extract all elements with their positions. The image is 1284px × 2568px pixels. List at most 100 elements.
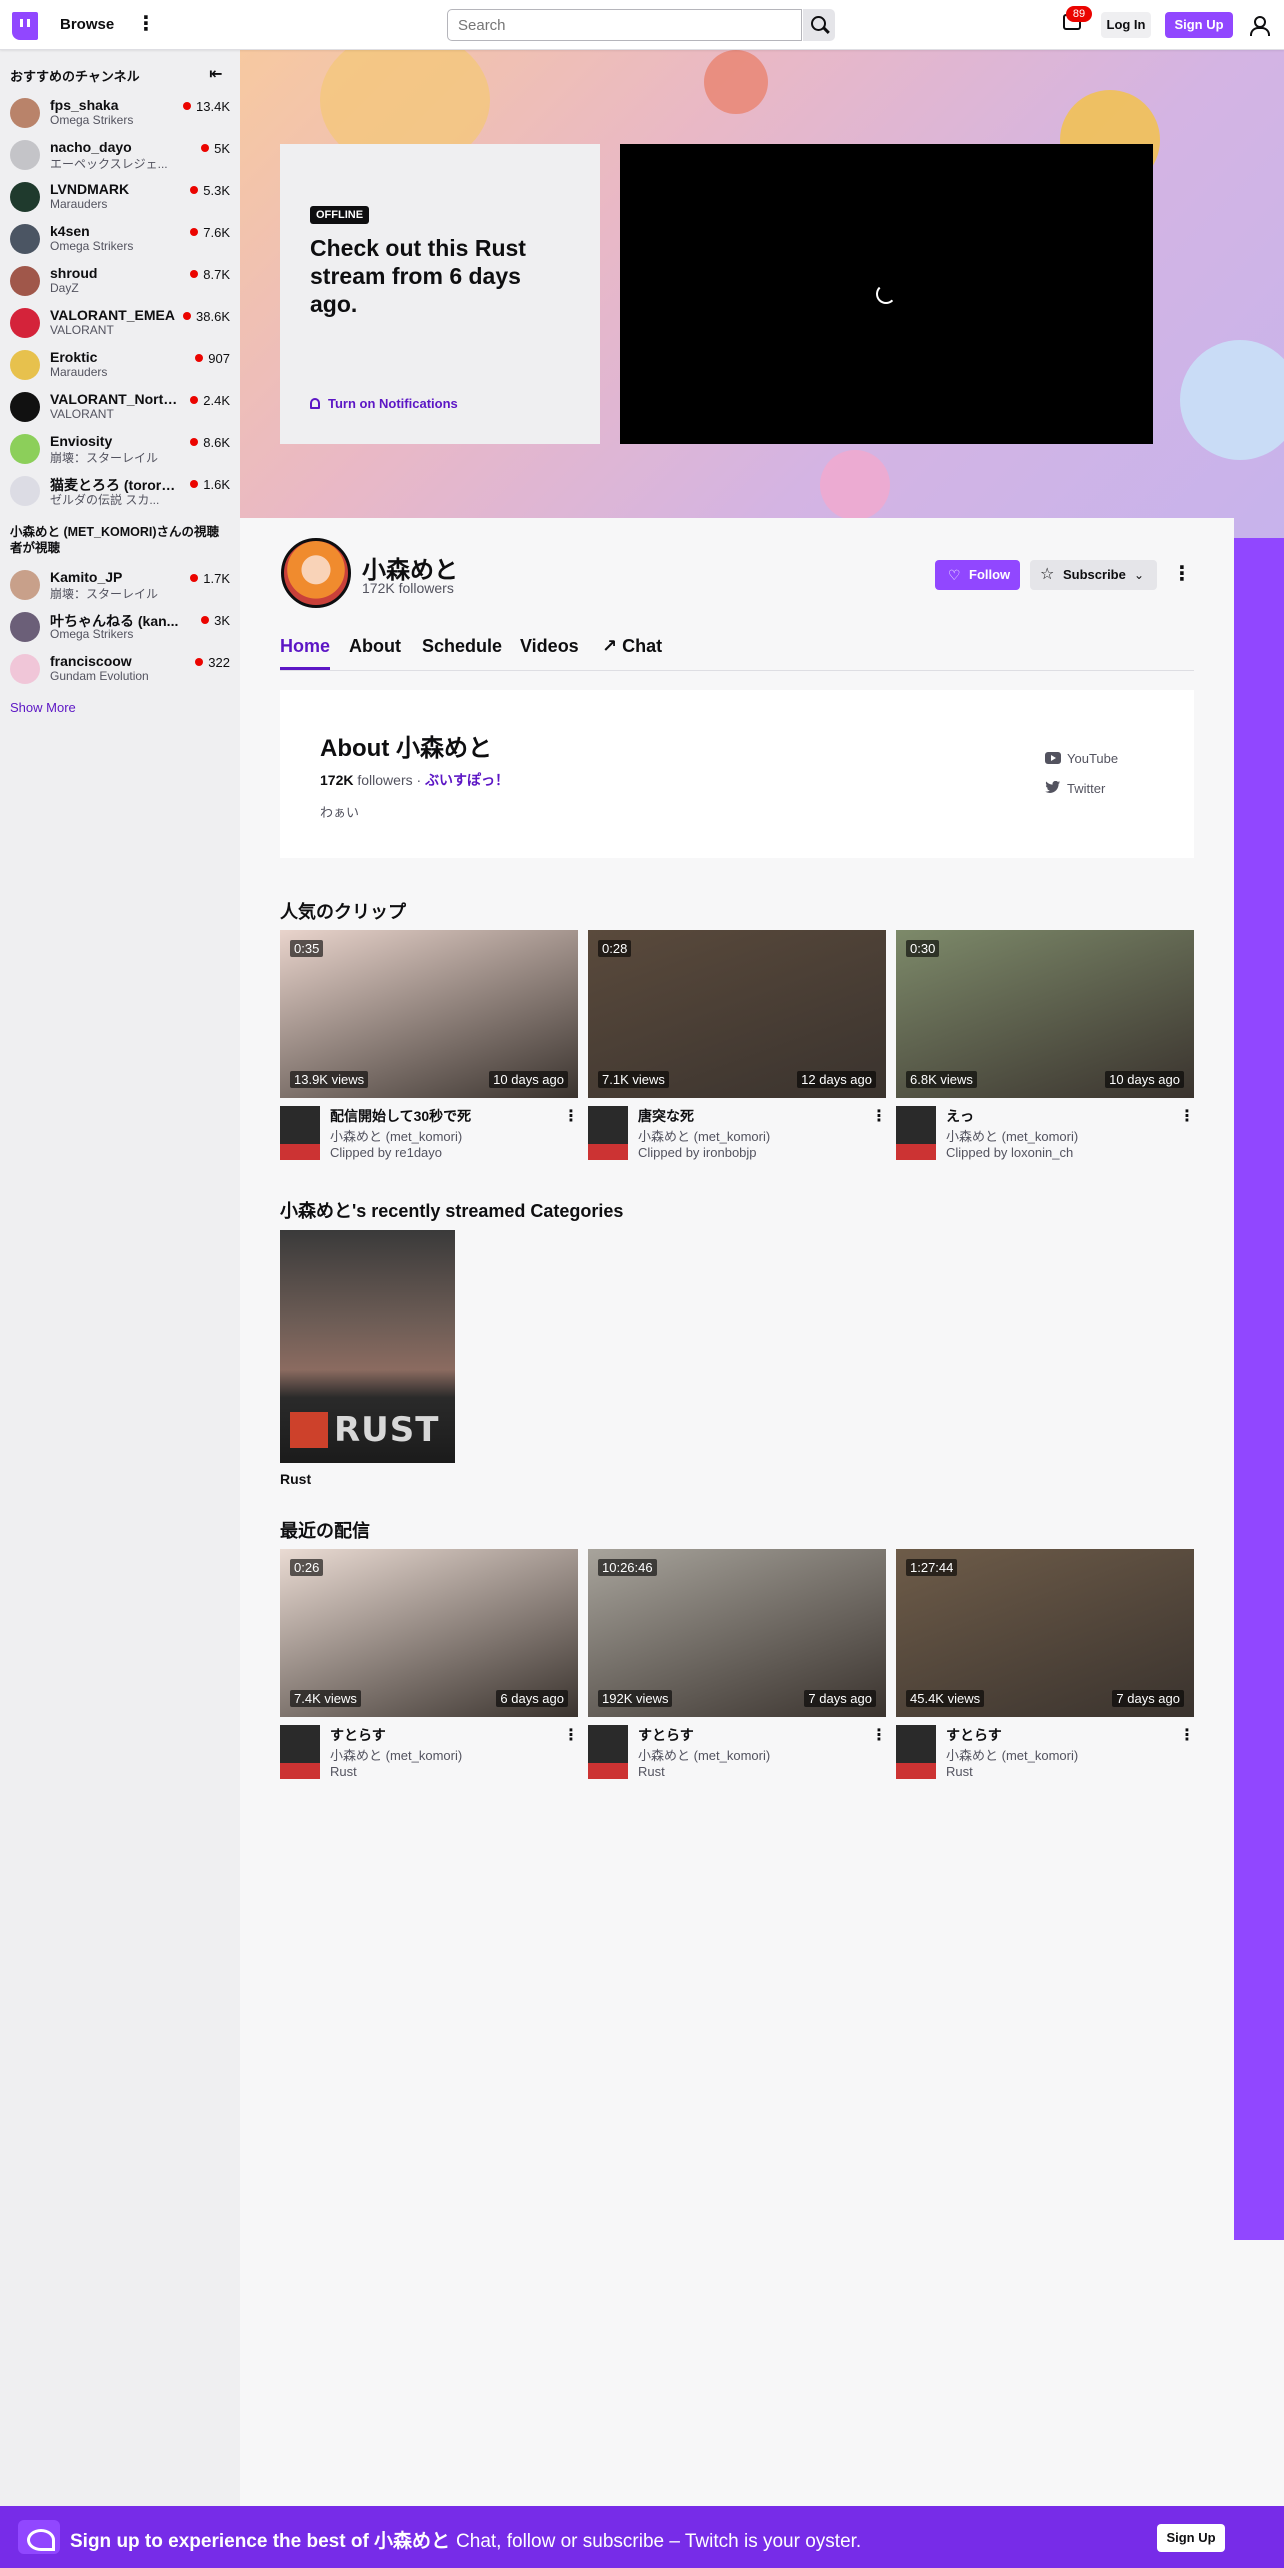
sidebar-channel[interactable]: Kamito_JP 崩壊：スターレイル 1.7K — [0, 565, 240, 607]
channel-game: Gundam Evolution — [50, 669, 149, 683]
promo-signup-button[interactable]: Sign Up — [1157, 2524, 1225, 2552]
sidebar-channel[interactable]: LVNDMARK Marauders 5.3K — [0, 177, 240, 219]
game-boxart[interactable] — [280, 1106, 320, 1160]
signup-button[interactable]: Sign Up — [1165, 12, 1233, 38]
video-extra[interactable]: Rust — [638, 1764, 665, 1779]
video-channel[interactable]: 小森めと (met_komori) — [330, 1126, 462, 1145]
tab-chat[interactable]: ↗ Chat — [602, 636, 662, 657]
collapse-sidebar-icon[interactable]: ⇤ — [206, 64, 226, 83]
rust-logo: RUST — [290, 1412, 445, 1448]
video-views: 7.4K views — [290, 1690, 361, 1707]
category-card-rust[interactable]: RUST — [280, 1230, 455, 1463]
search-icon[interactable] — [803, 9, 835, 41]
game-boxart[interactable] — [588, 1106, 628, 1160]
channel-avatar[interactable] — [281, 538, 351, 608]
sidebar-channel[interactable]: 叶ちゃんねる (kan... Omega Strikers 3K — [0, 607, 240, 649]
video-more-icon[interactable]: ⋮ — [871, 1106, 887, 1126]
video-title[interactable]: すとらす — [946, 1725, 1002, 1745]
promo-bold: Sign up to experience the best of 小森めと — [70, 2531, 451, 2552]
sidebar-channel[interactable]: franciscoow Gundam Evolution 322 — [0, 649, 240, 691]
video-player[interactable] — [620, 144, 1153, 444]
game-boxart[interactable] — [896, 1725, 936, 1779]
video-extra[interactable]: Clipped by re1dayo — [330, 1145, 442, 1160]
video-thumbnail[interactable]: 10:26:46 192K views 7 days ago — [588, 1549, 886, 1717]
sidebar-channel[interactable]: k4sen Omega Strikers 7.6K — [0, 219, 240, 261]
video-extra[interactable]: Rust — [946, 1764, 973, 1779]
loading-spinner-icon — [876, 284, 896, 304]
video-thumbnail[interactable]: 1:27:44 45.4K views 7 days ago — [896, 1549, 1194, 1717]
live-viewer-count: 907 — [195, 351, 230, 366]
video-extra[interactable]: Clipped by ironbobjp — [638, 1145, 757, 1160]
video-title[interactable]: すとらす — [638, 1725, 694, 1745]
browse-link[interactable]: Browse — [60, 16, 114, 33]
video-more-icon[interactable]: ⋮ — [563, 1106, 579, 1126]
viewers-also-watch-header: 小森めと (MET_KOMORI)さんの視聴者が視聴 — [10, 525, 220, 555]
heart-icon: ♡ — [948, 567, 961, 583]
signup-promo-banner: Sign up to experience the best of 小森めと Ch… — [0, 2506, 1284, 2568]
video-age: 7 days ago — [804, 1690, 876, 1707]
video-more-icon[interactable]: ⋮ — [1179, 1106, 1195, 1126]
video-channel[interactable]: 小森めと (met_komori) — [330, 1745, 462, 1764]
about-followers-count: 172K — [320, 772, 354, 788]
sidebar-channel[interactable]: nacho_dayo エーペックスレジェ... 5K — [0, 135, 240, 177]
login-button[interactable]: Log In — [1101, 12, 1151, 38]
youtube-link[interactable]: YouTube — [1045, 751, 1118, 766]
video-extra[interactable]: Clipped by loxonin_ch — [946, 1145, 1073, 1160]
user-menu-icon[interactable] — [1249, 16, 1270, 36]
tab-videos[interactable]: Videos — [520, 636, 579, 657]
video-thumbnail[interactable]: 0:30 6.8K views 10 days ago — [896, 930, 1194, 1098]
search-input[interactable] — [447, 9, 802, 41]
tab-home[interactable]: Home — [280, 636, 330, 657]
category-name[interactable]: Rust — [280, 1471, 311, 1487]
video-thumbnail[interactable]: 0:35 13.9K views 10 days ago — [280, 930, 578, 1098]
top-nav: Browse ⋮ 89 Log In Sign Up — [0, 0, 1284, 50]
show-more-link[interactable]: Show More — [10, 700, 76, 715]
video-title[interactable]: 唐突な死 — [638, 1106, 694, 1126]
video-channel[interactable]: 小森めと (met_komori) — [638, 1745, 770, 1764]
game-boxart[interactable] — [280, 1725, 320, 1779]
turn-on-notifications-link[interactable]: Turn on Notifications — [310, 396, 458, 411]
video-duration: 1:27:44 — [906, 1559, 958, 1576]
channel-name: nacho_dayo — [50, 139, 132, 155]
twitch-logo-icon[interactable] — [12, 12, 38, 40]
channel-more-icon[interactable]: ⋮ — [1172, 562, 1192, 588]
video-thumbnail[interactable]: 0:26 7.4K views 6 days ago — [280, 1549, 578, 1717]
chevron-down-icon[interactable]: ⌄ — [1134, 567, 1144, 583]
sidebar-channel[interactable]: fps_shaka Omega Strikers 13.4K — [0, 93, 240, 135]
game-boxart[interactable] — [588, 1725, 628, 1779]
video-extra[interactable]: Rust — [330, 1764, 357, 1779]
sidebar-channel[interactable]: shroud DayZ 8.7K — [0, 261, 240, 303]
banner-planet — [820, 450, 890, 520]
video-thumbnail[interactable]: 0:28 7.1K views 12 days ago — [588, 930, 886, 1098]
sidebar-channel[interactable]: Enviosity 崩壊：スターレイル 8.6K — [0, 429, 240, 471]
notifications-label: Turn on Notifications — [328, 396, 458, 411]
twitter-link[interactable]: Twitter — [1045, 781, 1105, 796]
video-title[interactable]: すとらす — [330, 1725, 386, 1745]
channel-name: Eroktic — [50, 349, 98, 365]
team-link[interactable]: ぶいすぽっ！ — [425, 772, 509, 788]
video-channel[interactable]: 小森めと (met_komori) — [638, 1126, 770, 1145]
video-more-icon[interactable]: ⋮ — [871, 1725, 887, 1745]
sidebar-channel[interactable]: Eroktic Marauders 907 — [0, 345, 240, 387]
sidebar-channel[interactable]: 猫麦とろろ (tororo... ゼルダの伝説 スカ... 1.6K — [0, 471, 240, 513]
channel-game: 崩壊：スターレイル — [50, 587, 159, 601]
youtube-icon — [1045, 752, 1061, 764]
video-views: 7.1K views — [598, 1071, 669, 1088]
video-channel[interactable]: 小森めと (met_komori) — [946, 1126, 1078, 1145]
video-more-icon[interactable]: ⋮ — [563, 1725, 579, 1745]
tab-schedule[interactable]: Schedule — [422, 636, 502, 657]
about-bio: わぁい — [320, 805, 360, 820]
more-vertical-icon[interactable]: ⋮ — [136, 14, 156, 36]
video-more-icon[interactable]: ⋮ — [1179, 1725, 1195, 1745]
video-title[interactable]: 配信開始して30秒で死 — [330, 1106, 471, 1126]
sidebar-channel[interactable]: VALORANT_EMEA VALORANT 38.6K — [0, 303, 240, 345]
channel-name: LVNDMARK — [50, 181, 130, 197]
tab-about[interactable]: About — [349, 636, 401, 657]
video-channel[interactable]: 小森めと (met_komori) — [946, 1745, 1078, 1764]
about-separator: · — [416, 772, 422, 788]
video-title[interactable]: えっ — [946, 1106, 974, 1126]
live-viewer-count: 322 — [195, 655, 230, 670]
game-boxart[interactable] — [896, 1106, 936, 1160]
sidebar-channel[interactable]: VALORANT_North... VALORANT 2.4K — [0, 387, 240, 429]
recent-broadcasts-title: 最近の配信 — [280, 1521, 370, 1541]
